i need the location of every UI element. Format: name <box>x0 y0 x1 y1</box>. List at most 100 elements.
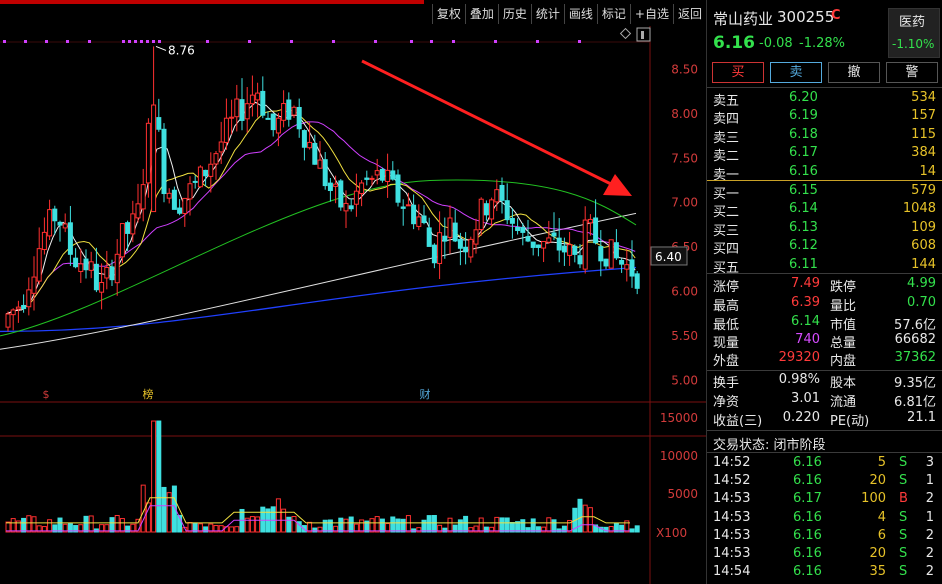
sell-button[interactable]: 卖 <box>770 62 822 83</box>
candle-body <box>421 215 427 224</box>
event-dot <box>140 40 143 43</box>
cancel-order-button[interactable]: 撤 <box>828 62 880 83</box>
candle-body <box>608 239 614 269</box>
candle-body <box>561 245 567 253</box>
candle-body <box>130 213 136 235</box>
candle-body <box>223 117 229 143</box>
buy-button[interactable]: 买 <box>712 62 764 83</box>
tick-volume: 4 <box>877 509 886 525</box>
event-dot <box>152 40 155 43</box>
volume-bar <box>119 518 125 533</box>
candle-body <box>317 159 323 169</box>
candle-body <box>556 237 562 251</box>
candle-body <box>468 238 474 258</box>
toolbar-button[interactable]: +自选 <box>629 4 673 24</box>
volume-bar <box>551 519 557 533</box>
volume-tick-label: 10000 <box>660 449 698 463</box>
price-tick-label: 8.50 <box>671 63 698 77</box>
candle-body <box>47 209 53 237</box>
candle-body <box>57 221 63 226</box>
diamond-icon[interactable] <box>619 27 632 40</box>
candle-body <box>296 106 302 130</box>
toolbar-button[interactable]: 返回 <box>672 4 706 24</box>
candle-body <box>567 244 573 256</box>
candle-body <box>624 264 630 270</box>
candle-body <box>260 90 266 116</box>
candle-body <box>93 263 99 291</box>
day-low-value: 6.14 <box>791 314 820 329</box>
toolbar-button[interactable]: 标记 <box>596 4 630 24</box>
volume-bar <box>275 498 281 533</box>
candle-body <box>525 236 531 242</box>
toolbar-button[interactable]: 画线 <box>563 4 597 24</box>
cur-vol-value: 740 <box>795 332 820 347</box>
candle-body <box>208 163 214 177</box>
event-dot <box>248 40 251 43</box>
candle-body <box>229 116 235 119</box>
stock-code: 300255 <box>777 8 835 26</box>
candle-body <box>166 192 172 199</box>
mkt-cap-value: 57.6亿 <box>894 318 936 333</box>
candle-body <box>473 229 479 245</box>
divider <box>707 87 942 88</box>
trend-arrow-head <box>603 174 632 196</box>
ask-price: 6.16 <box>789 163 818 179</box>
volume-bar <box>322 519 328 533</box>
price-change-pct: -1.28% <box>799 36 845 51</box>
volume-bar <box>312 527 318 533</box>
kline-chart-canvas[interactable]: 8.508.007.507.006.506.005.505.0015000100… <box>0 26 706 584</box>
tick-price: 6.16 <box>793 455 822 470</box>
trend-arrow-line <box>361 59 616 188</box>
candle-body <box>203 169 209 177</box>
toolbar-button[interactable]: 叠加 <box>464 4 498 24</box>
candle-body <box>343 202 349 212</box>
candle-body <box>67 222 73 255</box>
candle-body <box>26 289 32 308</box>
last-price: 6.16 <box>713 33 755 53</box>
candle-body <box>192 180 198 183</box>
candle-body <box>177 207 183 214</box>
tick-price: 6.16 <box>793 527 822 543</box>
bid-level-label: 买四 <box>713 242 740 258</box>
volume-bar <box>114 514 120 533</box>
ask-volume: 157 <box>911 108 936 124</box>
candle-body <box>197 166 203 188</box>
candle-body <box>99 282 105 293</box>
sector-box[interactable]: 医药 -1.10% <box>888 8 940 58</box>
candle-body <box>270 113 276 131</box>
tick-side: S <box>899 455 908 470</box>
candle-body <box>613 242 619 259</box>
toolbar-button[interactable]: 复权 <box>431 4 465 24</box>
event-dot <box>536 40 539 43</box>
price-tick-label: 5.00 <box>671 373 698 387</box>
candle-body <box>634 273 640 289</box>
volume-bar <box>156 420 162 533</box>
candle-body <box>301 130 307 148</box>
limit-down-value: 4.99 <box>907 276 936 291</box>
candle-body <box>119 223 125 258</box>
event-dot <box>452 40 455 43</box>
toolbar-button[interactable]: 统计 <box>530 4 564 24</box>
volume-bar <box>395 518 401 533</box>
event-dot <box>3 40 6 43</box>
price-tick-label: 5.50 <box>671 329 698 343</box>
volume-bar <box>457 519 463 533</box>
volume-bar <box>229 526 235 533</box>
limit-down-label: 跌停 <box>830 280 857 295</box>
alert-button[interactable]: 警 <box>886 62 938 83</box>
bid-price: 6.13 <box>789 219 818 235</box>
candle-body <box>509 217 515 224</box>
bid-volume: 1048 <box>902 201 936 217</box>
tick-time: 14:53 <box>713 509 751 525</box>
volume-bar <box>504 517 510 533</box>
volume-bar <box>47 519 53 533</box>
kline-chart[interactable]: 8.508.007.507.006.506.005.505.0015000100… <box>0 26 706 584</box>
shares-value: 9.35亿 <box>894 376 936 391</box>
event-marker: $ <box>43 388 50 401</box>
candle-body <box>364 177 370 180</box>
candle-body <box>135 203 141 219</box>
candle-body <box>234 98 240 118</box>
toolbar-button[interactable]: 历史 <box>497 4 531 24</box>
day-low-label: 最低 <box>713 318 740 333</box>
candle-body <box>83 258 89 271</box>
